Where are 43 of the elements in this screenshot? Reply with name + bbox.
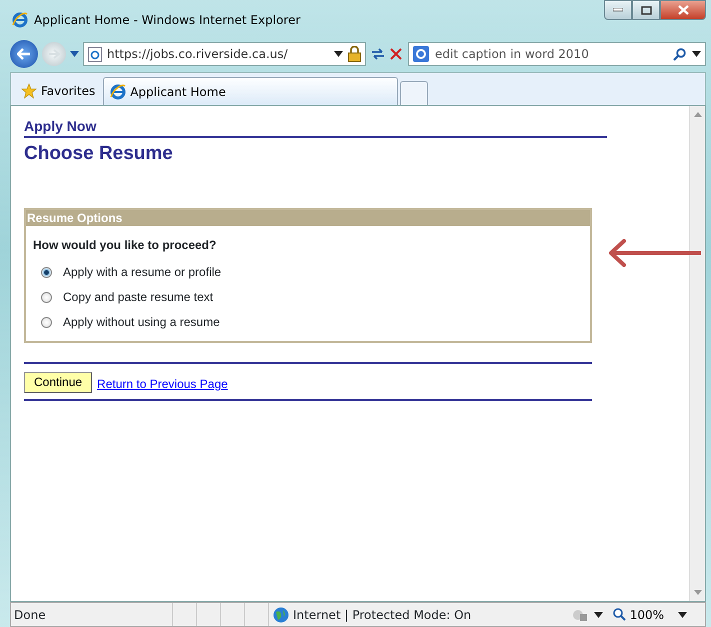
panel-header: Resume Options [26, 210, 590, 226]
dropdown-caret-icon[interactable] [334, 51, 343, 57]
continue-button[interactable]: Continue [24, 372, 92, 393]
return-link[interactable]: Return to Previous Page [97, 375, 228, 393]
radio-option[interactable]: Apply without using a resume [26, 310, 590, 335]
globe-icon [273, 606, 289, 622]
star-icon [21, 83, 37, 99]
radio-option[interactable]: Copy and paste resume text [26, 285, 590, 310]
maximize-icon [640, 6, 652, 14]
dropdown-caret-icon[interactable] [692, 51, 701, 57]
browser-tab[interactable]: Applicant Home [103, 77, 398, 105]
dropdown-caret-icon[interactable] [678, 612, 687, 618]
back-arrow-icon [17, 48, 31, 60]
minimize-icon [613, 8, 623, 12]
radio-button[interactable] [41, 266, 52, 278]
favorites-button[interactable]: Favorites [13, 77, 104, 105]
stop-icon[interactable] [390, 48, 402, 60]
back-button[interactable] [10, 40, 38, 68]
page-icon [88, 46, 102, 62]
radio-option[interactable]: Apply with a resume or profile [26, 260, 590, 285]
radio-button[interactable] [41, 316, 52, 328]
magnifier-icon [612, 608, 626, 621]
close-icon [678, 5, 688, 15]
breadcrumb-title: Apply Now [24, 118, 607, 138]
refresh-icon[interactable] [370, 47, 386, 61]
status-text: Done [13, 606, 47, 624]
maximize-button[interactable] [632, 0, 660, 20]
address-field[interactable]: https://jobs.co.riverside.ca.us/ [83, 42, 366, 66]
radio-button[interactable] [41, 292, 52, 302]
browser-logo-icon [110, 84, 126, 100]
page-heading: Choose Resume [24, 142, 174, 166]
search-box[interactable]: edit caption in word 2010 [408, 42, 706, 66]
close-button[interactable] [660, 0, 706, 20]
browser-logo-icon [12, 12, 28, 28]
zoom-button[interactable]: 100% [612, 606, 664, 624]
minimize-button[interactable] [604, 0, 632, 20]
question-text: How would you like to proceed? [32, 237, 218, 254]
dropdown-caret-icon[interactable] [594, 612, 603, 618]
security-zone-text: Internet | Protected Mode: On [293, 606, 472, 624]
forward-arrow-icon [48, 49, 60, 59]
window-title: Applicant Home - Windows Internet Explorer [34, 12, 300, 29]
search-icon[interactable] [673, 48, 686, 60]
search-provider-icon [413, 46, 429, 62]
